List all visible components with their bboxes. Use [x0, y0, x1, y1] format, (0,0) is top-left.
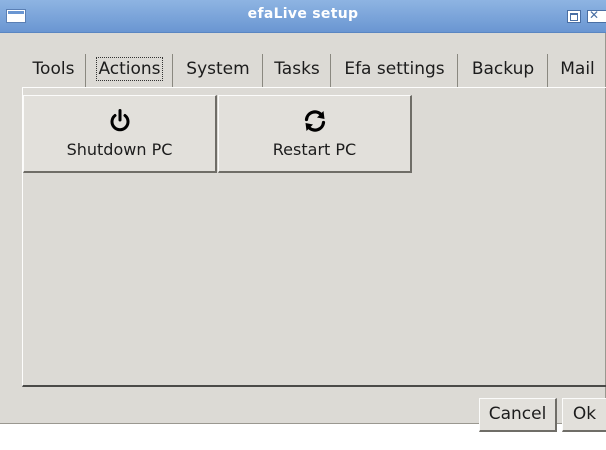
shutdown-button[interactable]: Shutdown PC: [23, 95, 217, 173]
tab-efa-settings[interactable]: Efa settings: [332, 54, 458, 87]
tab-actions[interactable]: Actions: [87, 54, 173, 87]
title-bar[interactable]: efaLive setup: [0, 0, 606, 33]
actions-panel: Shutdown PC Restart PC: [22, 88, 606, 387]
tab-tasks[interactable]: Tasks: [264, 54, 331, 87]
refresh-icon: [304, 110, 325, 132]
maximize-icon[interactable]: [567, 10, 581, 23]
restart-button[interactable]: Restart PC: [218, 95, 412, 173]
tab-backup[interactable]: Backup: [459, 54, 548, 87]
shutdown-label: Shutdown PC: [66, 140, 173, 159]
close-icon[interactable]: [587, 8, 606, 23]
window-title: efaLive setup: [247, 6, 359, 22]
cancel-button[interactable]: Cancel: [479, 398, 557, 432]
setup-window: efaLive setup Tools Actions System Tasks…: [0, 0, 606, 432]
ok-button[interactable]: Ok: [562, 398, 606, 432]
restart-label: Restart PC: [272, 140, 357, 159]
tab-tools[interactable]: Tools: [22, 54, 86, 87]
tab-mail[interactable]: Mail: [549, 54, 606, 87]
power-icon: [110, 109, 129, 132]
tab-system[interactable]: System: [174, 54, 263, 87]
